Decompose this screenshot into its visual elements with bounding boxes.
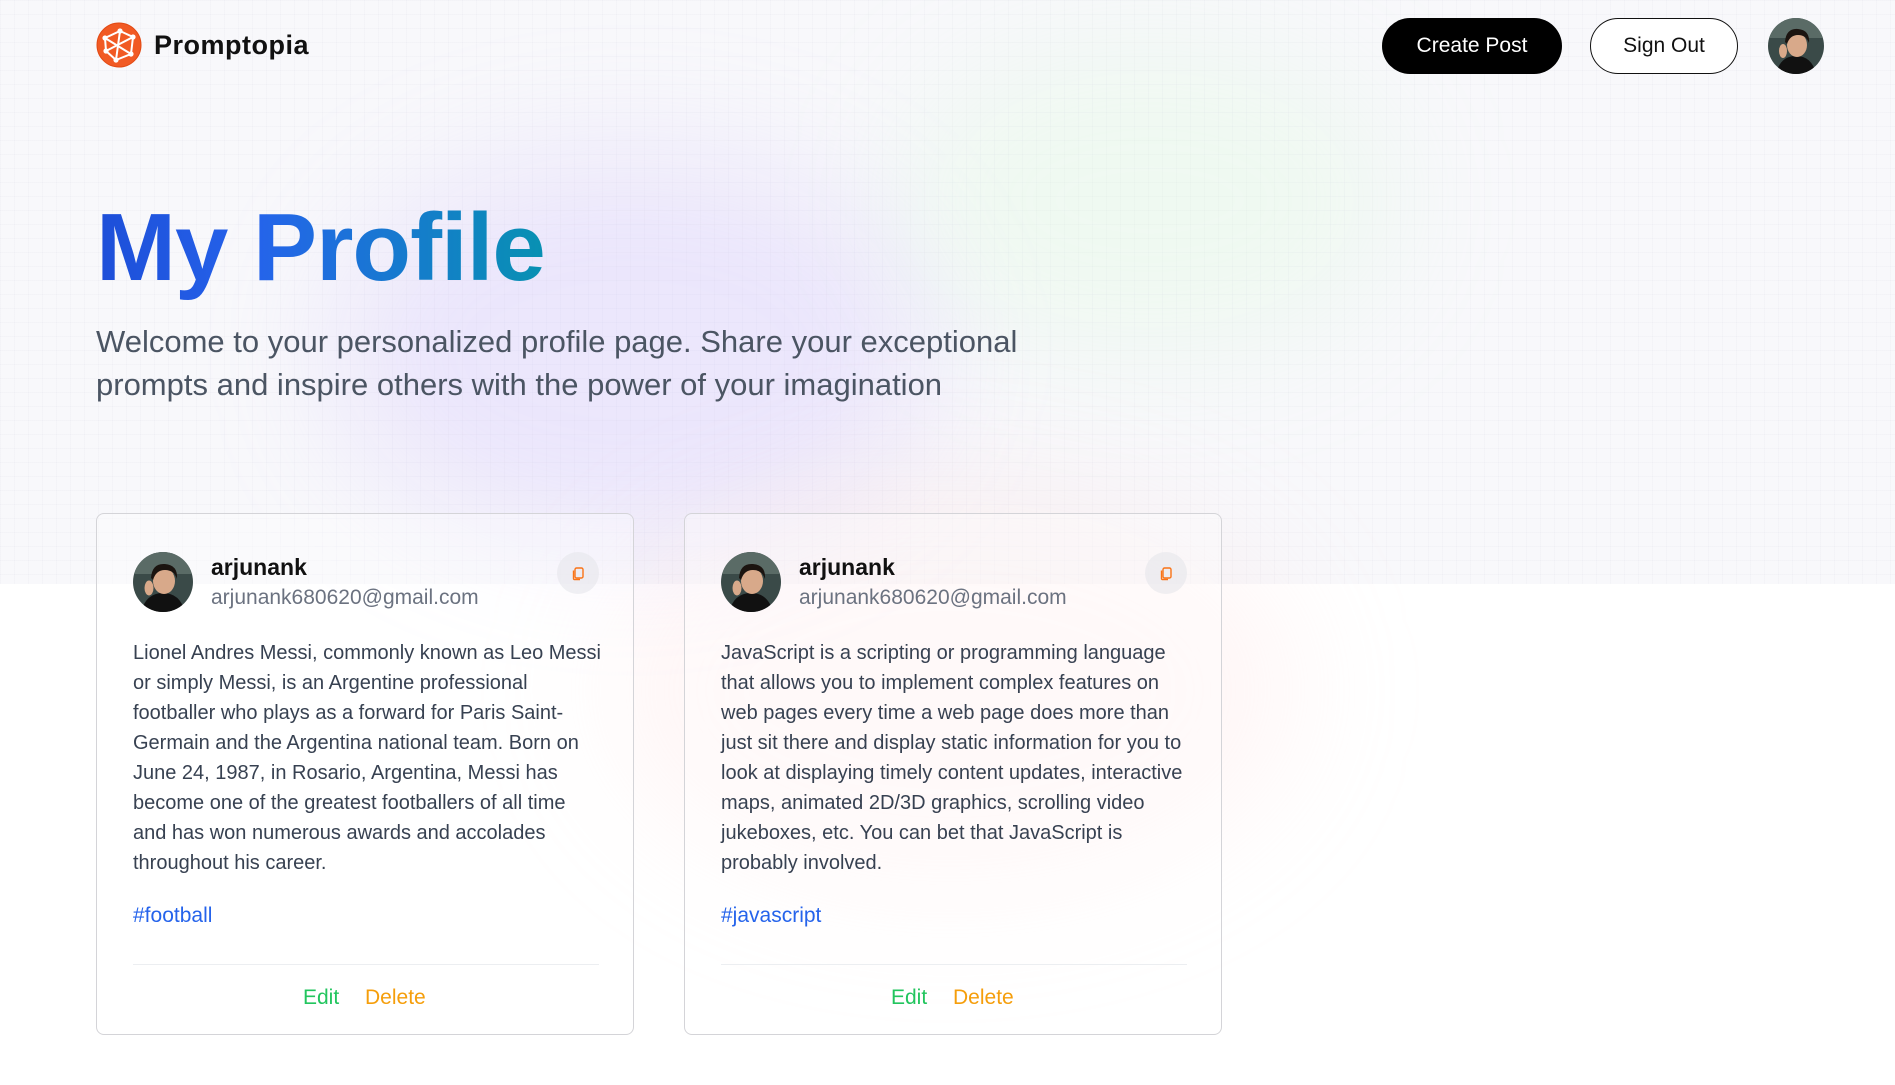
copy-prompt-button[interactable] xyxy=(1145,552,1187,594)
delete-button[interactable]: Delete xyxy=(365,986,426,1010)
author-username: arjunank xyxy=(211,554,307,580)
top-navbar: Promptopia Create Post Sign Out xyxy=(96,18,1826,74)
prompt-card: arjunank arjunank680620@gmail.com JavaSc… xyxy=(684,513,1222,1035)
page-description: Welcome to your personalized profile pag… xyxy=(96,324,1018,402)
sign-out-button[interactable]: Sign Out xyxy=(1590,18,1738,74)
card-divider xyxy=(721,964,1187,965)
brand-name: Promptopia xyxy=(154,29,310,60)
page-title: My Profile xyxy=(96,194,546,301)
profile-page: Promptopia Create Post Sign Out My Profi… xyxy=(0,0,1895,1085)
delete-button[interactable]: Delete xyxy=(953,986,1014,1010)
card-divider xyxy=(133,964,599,965)
prompt-card: arjunank arjunank680620@gmail.com Lionel… xyxy=(96,513,634,1035)
author-avatar[interactable] xyxy=(721,552,781,612)
create-post-button[interactable]: Create Post xyxy=(1382,18,1562,74)
copy-prompt-button[interactable] xyxy=(557,552,599,594)
prompt-text: JavaScript is a scripting or programming… xyxy=(721,642,1183,874)
copy-icon xyxy=(572,567,584,581)
edit-button[interactable]: Edit xyxy=(891,986,927,1010)
edit-button[interactable]: Edit xyxy=(303,986,339,1010)
prompt-text: Lionel Andres Messi, commonly known as L… xyxy=(133,642,601,874)
prompt-tag[interactable]: #football xyxy=(133,904,212,928)
author-username: arjunank xyxy=(799,554,895,580)
globe-network-icon xyxy=(96,22,142,68)
author-avatar[interactable] xyxy=(133,552,193,612)
background-glow-green xyxy=(900,40,1400,360)
author-email: arjunank680620@gmail.com xyxy=(211,586,479,609)
copy-icon xyxy=(1160,567,1172,581)
prompt-tag[interactable]: #javascript xyxy=(721,904,821,928)
user-avatar[interactable] xyxy=(1768,18,1824,74)
brand-logo-link[interactable]: Promptopia xyxy=(96,22,309,68)
author-email: arjunank680620@gmail.com xyxy=(799,586,1067,609)
